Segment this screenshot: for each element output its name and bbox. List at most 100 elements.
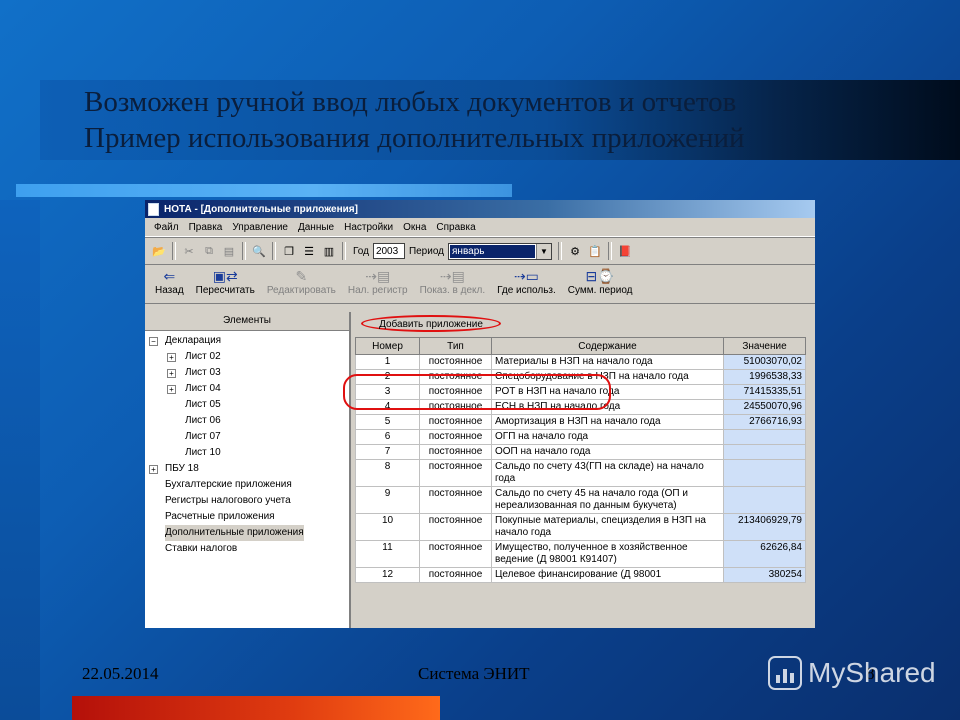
action-button[interactable]: ⇢▭ Где использ. [497,265,556,296]
row-value-cell[interactable] [723,429,806,445]
collapse-icon[interactable]: − [149,337,158,346]
row-value-cell[interactable]: 213406929,79 [723,513,806,541]
row-value-cell[interactable]: 2766716,93 [723,414,806,430]
row-content-cell[interactable]: Покупные материалы, специзделия в НЗП на… [491,513,724,541]
menu-item[interactable]: Окна [398,222,431,233]
row-number-cell[interactable]: 1 [355,354,420,370]
row-number-cell[interactable]: 6 [355,429,420,445]
tree-item[interactable]: − Декларация [145,333,349,349]
row-content-cell[interactable]: ООП на начало года [491,444,724,460]
table-row[interactable]: 7 постоянное ООП на начало года [355,444,806,460]
tree-item[interactable]: Регистры налогового учета [145,493,349,509]
tile-vertical-icon[interactable]: ▥ [319,242,339,260]
row-value-cell[interactable] [723,486,806,514]
row-content-cell[interactable]: ОГП на начало года [491,429,724,445]
window-titlebar[interactable]: НОТА - [Дополнительные приложения] [145,200,815,218]
column-header[interactable]: Содержание [491,337,724,355]
row-type-cell[interactable]: постоянное [419,414,492,430]
tree-item[interactable]: + Лист 04 [145,381,349,397]
row-number-cell[interactable]: 12 [355,567,420,583]
menu-item[interactable]: Файл [149,222,184,233]
row-content-cell[interactable]: Сальдо по счету 43(ГП на складе) на нача… [491,459,724,487]
row-content-cell[interactable]: Целевое финансирование (Д 98001 [491,567,724,583]
row-type-cell[interactable]: постоянное [419,486,492,514]
expand-icon[interactable]: + [167,369,176,378]
tree-item[interactable]: Ставки налогов [145,541,349,557]
tree-item[interactable]: Лист 10 [145,445,349,461]
row-value-cell[interactable]: 62626,84 [723,540,806,568]
row-number-cell[interactable]: 7 [355,444,420,460]
row-value-cell[interactable]: 71415335,51 [723,384,806,400]
row-type-cell[interactable]: постоянное [419,459,492,487]
paste-icon[interactable]: ▤ [219,242,239,260]
row-type-cell[interactable]: постоянное [419,513,492,541]
menu-item[interactable]: Правка [184,222,228,233]
row-value-cell[interactable]: 1996538,33 [723,369,806,385]
row-value-cell[interactable] [723,444,806,460]
row-content-cell[interactable]: Амортизация в НЗП на начало года [491,414,724,430]
action-button[interactable]: ⇢▤ Нал. регистр [348,265,408,296]
document-check-icon[interactable]: 📋 [585,242,605,260]
row-value-cell[interactable] [723,459,806,487]
row-type-cell[interactable]: постоянное [419,354,492,370]
year-input[interactable]: 2003 [372,243,405,259]
cascade-windows-icon[interactable]: ❐ [279,242,299,260]
add-appendix-button[interactable]: Добавить приложение [361,315,501,332]
cut-icon[interactable]: ✂ [179,242,199,260]
action-button[interactable]: ⊟⌚ Сумм. период [568,265,633,296]
table-row[interactable]: 10 постоянное Покупные материалы, специзде… [355,513,806,541]
expand-icon[interactable]: + [167,353,176,362]
tree-item[interactable]: + ПБУ 18 [145,461,349,477]
table-row[interactable]: 6 постоянное ОГП на начало года [355,429,806,445]
row-content-cell[interactable]: Имущество, полученное в хозяйственное ве… [491,540,724,568]
row-type-cell[interactable]: постоянное [419,540,492,568]
table-row[interactable]: 11 постоянное Имущество, полученное в хозя… [355,540,806,568]
menu-item[interactable]: Справка [431,222,480,233]
row-number-cell[interactable]: 9 [355,486,420,514]
table-row[interactable]: 8 постоянное Сальдо по счету 43(ГП на скла… [355,459,806,487]
menu-item[interactable]: Настройки [339,222,398,233]
tree-item[interactable]: Лист 07 [145,429,349,445]
expand-icon[interactable]: + [149,465,158,474]
row-value-cell[interactable]: 24550070,96 [723,399,806,415]
action-button[interactable]: ⇐ Назад [155,265,184,296]
action-button[interactable]: ✎ Редактировать [267,265,336,296]
table-row[interactable]: 9 постоянное Сальдо по счету 45 на начало … [355,486,806,514]
print-preview-icon[interactable]: 🔍 [249,242,269,260]
column-header[interactable]: Тип [419,337,492,355]
help-book-icon[interactable]: 📕 [615,242,635,260]
row-type-cell[interactable]: постоянное [419,429,492,445]
tree-item[interactable]: + Лист 03 [145,365,349,381]
table-row[interactable]: 12 постоянное Целевое финансирование (Д 98… [355,567,806,583]
tree-item[interactable]: Дополнительные приложения [145,525,349,541]
row-value-cell[interactable]: 380254 [723,567,806,583]
expand-icon[interactable]: + [167,385,176,394]
tree-item[interactable]: Лист 06 [145,413,349,429]
row-type-cell[interactable]: постоянное [419,444,492,460]
chevron-down-icon[interactable]: ▼ [536,243,552,259]
tools-icon[interactable]: ⚙ [565,242,585,260]
action-button[interactable]: ⇢▤ Показ. в декл. [420,265,486,296]
row-content-cell[interactable]: Материалы в НЗП на начало года [491,354,724,370]
row-value-cell[interactable]: 51003070,02 [723,354,806,370]
menu-item[interactable]: Управление [227,222,293,233]
menu-item[interactable]: Данные [293,222,339,233]
row-number-cell[interactable]: 5 [355,414,420,430]
tree-item[interactable]: + Лист 02 [145,349,349,365]
tree-item[interactable]: Расчетные приложения [145,509,349,525]
tree-item[interactable]: Бухгалтерские приложения [145,477,349,493]
tree-item[interactable]: Лист 05 [145,397,349,413]
row-number-cell[interactable]: 10 [355,513,420,541]
row-number-cell[interactable]: 8 [355,459,420,487]
column-header[interactable]: Номер [355,337,420,355]
row-type-cell[interactable]: постоянное [419,567,492,583]
table-row[interactable]: 1 постоянное Материалы в НЗП на начало год… [355,354,806,370]
table-row[interactable]: 5 постоянное Амортизация в НЗП на начало г… [355,414,806,430]
row-content-cell[interactable]: Сальдо по счету 45 на начало года (ОП и … [491,486,724,514]
period-select[interactable]: январь ▼ [448,242,553,260]
copy-icon[interactable]: ⧉ [199,242,219,260]
tile-horizontal-icon[interactable]: ☰ [299,242,319,260]
row-number-cell[interactable]: 11 [355,540,420,568]
action-button[interactable]: ▣⇄ Пересчитать [196,265,255,296]
open-folder-icon[interactable]: 📂 [149,242,169,260]
